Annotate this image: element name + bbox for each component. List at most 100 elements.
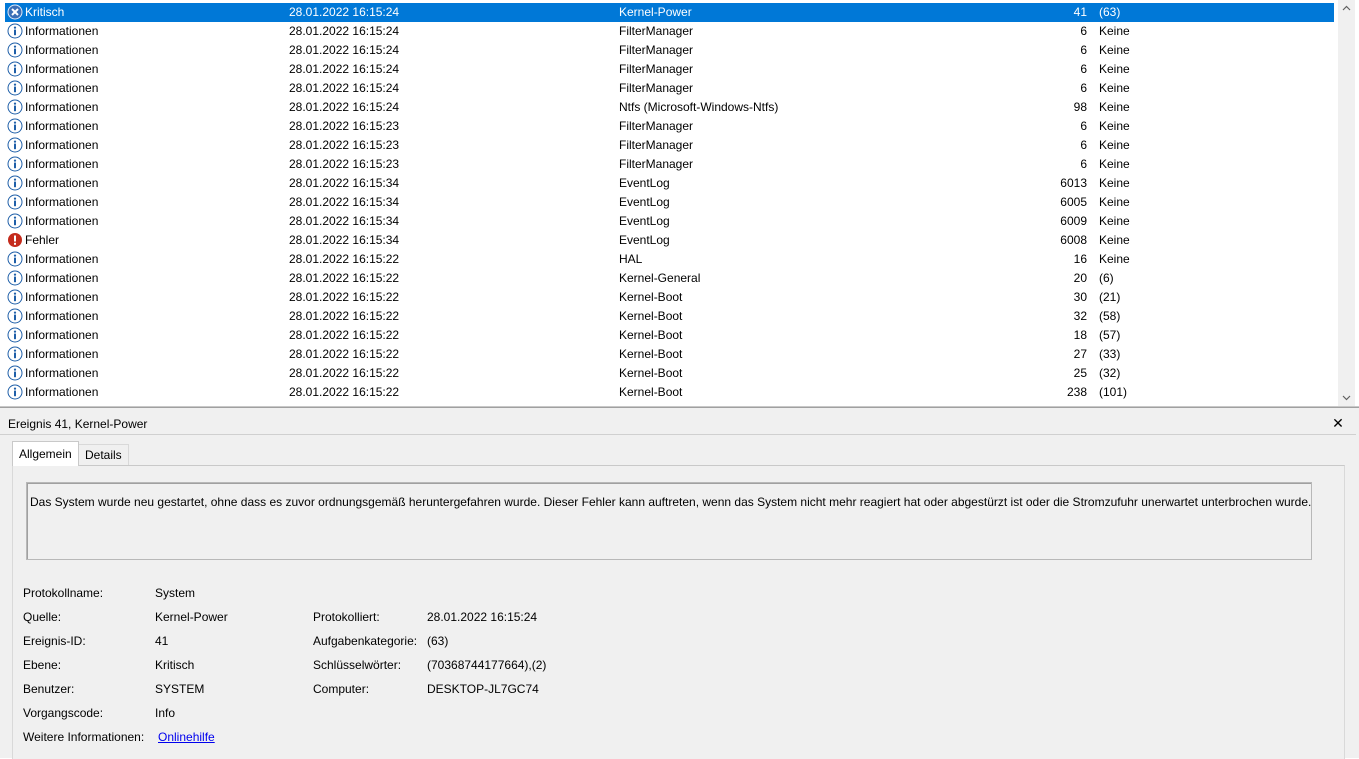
info-icon: [7, 80, 23, 96]
table-row[interactable]: Informationen 28.01.2022 16:15:24 Ntfs (Mi…: [5, 98, 1334, 117]
source-cell: FilterManager: [619, 43, 694, 57]
tab-general[interactable]: Allgemein: [12, 441, 79, 466]
task-category-value: (63): [427, 634, 449, 648]
source-cell: Kernel-General: [619, 271, 701, 285]
table-row[interactable]: Informationen 28.01.2022 16:15:24 FilterMa…: [5, 60, 1334, 79]
table-row[interactable]: Informationen 28.01.2022 16:15:34 EventLog…: [5, 193, 1334, 212]
info-icon: [7, 137, 23, 153]
event-id-cell: 30: [1073, 290, 1087, 304]
event-id-cell: 6005: [1060, 195, 1087, 209]
event-id-cell: 6008: [1060, 233, 1087, 247]
table-row[interactable]: Informationen 28.01.2022 16:15:34 EventLog…: [5, 212, 1334, 231]
level-cell: Informationen: [25, 81, 99, 95]
info-icon: [7, 213, 23, 229]
event-id-cell: 6: [1080, 119, 1087, 133]
task-category-cell: Keine: [1099, 24, 1130, 38]
task-category-cell: Keine: [1099, 62, 1130, 76]
info-icon: [7, 346, 23, 362]
log-name-label: Protokollname:: [23, 586, 104, 600]
source-cell: FilterManager: [619, 81, 694, 95]
general-tab-panel: Das System wurde neu gestartet, ohne das…: [12, 465, 1345, 759]
info-icon: [7, 99, 23, 115]
table-row[interactable]: Informationen 28.01.2022 16:15:24 FilterMa…: [5, 22, 1334, 41]
source-cell: EventLog: [619, 195, 670, 209]
source-cell: EventLog: [619, 214, 670, 228]
event-list[interactable]: Kritisch 28.01.2022 16:15:24 Kernel-Power 4…: [0, 0, 1359, 407]
tab-details[interactable]: Details: [78, 444, 129, 466]
source-cell: FilterManager: [619, 24, 694, 38]
task-category-cell: Keine: [1099, 81, 1130, 95]
table-row[interactable]: Informationen 28.01.2022 16:15:23 FilterMa…: [5, 117, 1334, 136]
date-cell: 28.01.2022 16:15:22: [289, 271, 400, 285]
task-category-cell: (6): [1099, 271, 1114, 285]
event-id-cell: 20: [1073, 271, 1087, 285]
level-value: Kritisch: [155, 658, 195, 672]
date-cell: 28.01.2022 16:15:22: [289, 252, 400, 266]
source-cell: EventLog: [619, 176, 670, 190]
online-help-link[interactable]: Onlinehilfe: [158, 730, 215, 744]
more-info-label: Weitere Informationen:: [23, 730, 145, 744]
table-row[interactable]: Informationen 28.01.2022 16:15:22 Kernel-B…: [5, 345, 1334, 364]
info-icon: [7, 194, 23, 210]
date-cell: 28.01.2022 16:15:34: [289, 214, 400, 228]
date-cell: 28.01.2022 16:15:22: [289, 385, 400, 399]
level-cell: Informationen: [25, 157, 99, 171]
date-cell: 28.01.2022 16:15:24: [289, 43, 400, 57]
event-list-scrollbar[interactable]: [1338, 0, 1355, 406]
table-row[interactable]: Informationen 28.01.2022 16:15:22 Kernel-B…: [5, 326, 1334, 345]
source-cell: Kernel-Boot: [619, 309, 683, 323]
info-icon: [7, 175, 23, 191]
task-category-cell: (32): [1099, 366, 1121, 380]
keywords-value: (70368744177664),(2): [427, 658, 547, 672]
error-icon: [7, 232, 23, 248]
level-label: Ebene:: [23, 658, 62, 672]
close-icon[interactable]: ✕: [1330, 415, 1346, 431]
scroll-down-arrow-icon[interactable]: [1338, 389, 1355, 406]
scroll-up-arrow-icon[interactable]: [1338, 0, 1355, 17]
date-cell: 28.01.2022 16:15:34: [289, 233, 400, 247]
table-row[interactable]: Fehler 28.01.2022 16:15:34 EventLog 6008 Kei…: [5, 231, 1334, 250]
table-row[interactable]: Informationen 28.01.2022 16:15:22 Kernel-B…: [5, 364, 1334, 383]
log-name-value: System: [155, 586, 196, 600]
table-row[interactable]: Informationen 28.01.2022 16:15:22 Kernel-B…: [5, 288, 1334, 307]
level-cell: Informationen: [25, 119, 99, 133]
task-category-label: Aufgabenkategorie:: [313, 634, 418, 648]
info-icon: [7, 23, 23, 39]
event-id-cell: 6: [1080, 24, 1087, 38]
info-icon: [7, 118, 23, 134]
table-row[interactable]: Informationen 28.01.2022 16:15:24 FilterMa…: [5, 79, 1334, 98]
table-row[interactable]: Informationen 28.01.2022 16:15:34 EventLog…: [5, 174, 1334, 193]
table-row[interactable]: Kritisch 28.01.2022 16:15:24 Kernel-Power 4…: [5, 3, 1334, 22]
event-description-box[interactable]: Das System wurde neu gestartet, ohne das…: [26, 482, 1312, 560]
info-icon: [7, 61, 23, 77]
table-row[interactable]: Informationen 28.01.2022 16:15:23 FilterMa…: [5, 155, 1334, 174]
table-row[interactable]: Informationen 28.01.2022 16:15:22 Kernel-B…: [5, 307, 1334, 326]
date-cell: 28.01.2022 16:15:34: [289, 176, 400, 190]
info-icon: [7, 270, 23, 286]
event-detail-pane: Ereignis 41, Kernel-Power ✕ Allgemein De…: [0, 407, 1359, 759]
task-category-cell: Keine: [1099, 214, 1130, 228]
source-cell: FilterManager: [619, 157, 694, 171]
task-category-cell: (63): [1099, 5, 1121, 19]
level-cell: Informationen: [25, 309, 99, 323]
table-row[interactable]: Informationen 28.01.2022 16:15:22 Kernel-B…: [5, 383, 1334, 402]
level-cell: Informationen: [25, 328, 99, 342]
level-cell: Informationen: [25, 290, 99, 304]
level-cell: Informationen: [25, 138, 99, 152]
source-cell: Kernel-Power: [619, 5, 692, 19]
event-id-cell: 32: [1073, 309, 1087, 323]
level-cell: Fehler: [25, 233, 60, 247]
table-row[interactable]: Informationen 28.01.2022 16:15:23 FilterMa…: [5, 136, 1334, 155]
level-cell: Informationen: [25, 214, 99, 228]
user-value: SYSTEM: [155, 682, 205, 696]
event-id-cell: 6: [1080, 43, 1087, 57]
table-row[interactable]: Informationen 28.01.2022 16:15:22 HAL 16 Kei…: [5, 250, 1334, 269]
source-value: Kernel-Power: [155, 610, 228, 624]
info-icon: [7, 289, 23, 305]
table-row[interactable]: Informationen 28.01.2022 16:15:22 Kernel-G…: [5, 269, 1334, 288]
source-cell: EventLog: [619, 233, 670, 247]
task-category-cell: Keine: [1099, 195, 1130, 209]
event-id-cell: 6: [1080, 138, 1087, 152]
table-row[interactable]: Informationen 28.01.2022 16:15:24 FilterMa…: [5, 41, 1334, 60]
level-cell: Kritisch: [25, 5, 65, 19]
